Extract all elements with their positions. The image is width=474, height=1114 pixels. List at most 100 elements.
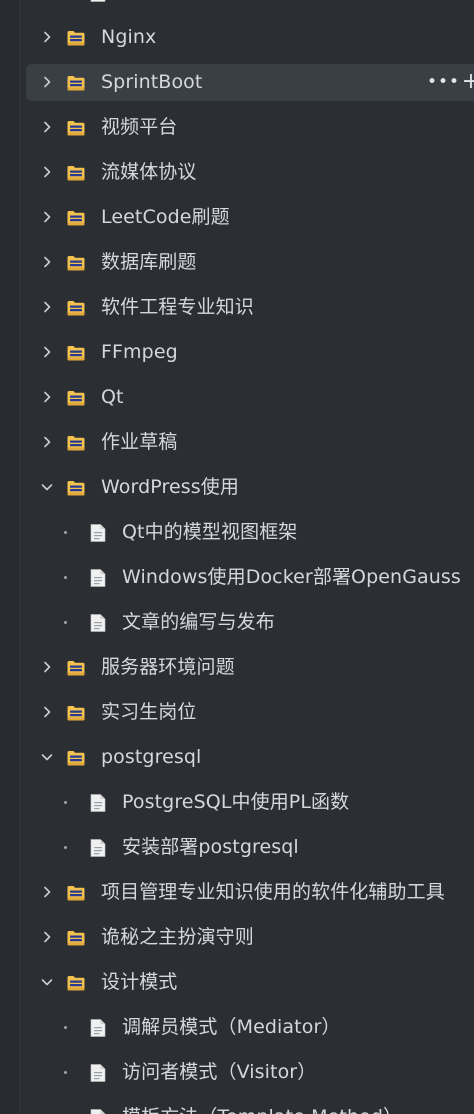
tree-doc-row[interactable]: 安装部署postgresql — [26, 829, 474, 866]
doc-label: 文章的编写与发布 — [122, 611, 275, 633]
tree-folder-row[interactable]: postgresql — [26, 739, 474, 776]
folder-label: LeetCode刷题 — [101, 206, 230, 228]
tree-doc-row[interactable]: 访问者模式（Visitor） — [26, 1054, 474, 1091]
folder-label: 项目管理专业知识使用的软件化辅助工具 — [101, 881, 445, 903]
doc-icon — [89, 1018, 107, 1038]
folder-label: SprintBoot — [101, 71, 203, 93]
document-tree: 详解器 Nginx SprintBoot •••+ 视频平台流媒体协议 LeetCode刷… — [20, 0, 474, 1114]
doc-label: PostgreSQL中使用PL函数 — [122, 791, 350, 813]
folder-icon — [66, 748, 86, 768]
folder-icon — [66, 73, 86, 93]
tree-doc-row[interactable]: 详解器 — [26, 0, 474, 11]
tree-folder-row[interactable]: Nginx — [26, 19, 474, 56]
tree-folder-row[interactable]: Qt — [26, 379, 474, 416]
folder-icon — [66, 433, 86, 453]
folder-icon — [66, 118, 86, 138]
tree-doc-row[interactable]: 模板方法（Template Method） — [26, 1099, 474, 1114]
doc-icon — [89, 1108, 107, 1114]
bullet-dot — [64, 621, 67, 624]
chevron-right-icon[interactable] — [39, 344, 55, 360]
chevron-right-icon[interactable] — [39, 704, 55, 720]
folder-label: 实习生岗位 — [101, 701, 197, 723]
tree-folder-row[interactable]: FFmpeg — [26, 334, 474, 371]
doc-icon — [89, 1063, 107, 1083]
chevron-right-icon[interactable] — [39, 434, 55, 450]
tree-folder-row[interactable]: LeetCode刷题 — [26, 199, 474, 236]
chevron-right-icon[interactable] — [39, 659, 55, 675]
doc-icon — [89, 568, 107, 588]
doc-icon — [89, 523, 107, 543]
more-options-button[interactable]: ••• — [427, 70, 459, 94]
chevron-right-icon[interactable] — [39, 164, 55, 180]
folder-label: postgresql — [101, 746, 202, 768]
tree-doc-row[interactable]: 文章的编写与发布 — [26, 604, 474, 641]
chevron-right-icon[interactable] — [39, 29, 55, 45]
chevron-right-icon[interactable] — [39, 884, 55, 900]
chevron-right-icon[interactable] — [39, 389, 55, 405]
doc-icon — [89, 613, 107, 633]
folder-label: Nginx — [101, 26, 157, 48]
bullet-dot — [64, 801, 67, 804]
chevron-right-icon[interactable] — [39, 119, 55, 135]
folder-icon — [66, 703, 86, 723]
folder-label: WordPress使用 — [101, 476, 239, 498]
folder-icon — [66, 478, 86, 498]
tree-folder-row[interactable]: 作业草稿 — [26, 424, 474, 461]
folder-icon — [66, 253, 86, 273]
tree-folder-row[interactable]: 诡秘之主扮演守则 — [26, 919, 474, 956]
tree-doc-row[interactable]: Windows使用Docker部署OpenGauss — [26, 559, 474, 596]
tree-folder-row[interactable]: 设计模式 — [26, 964, 474, 1001]
folder-label: 流媒体协议 — [101, 161, 197, 183]
chevron-down-icon[interactable] — [39, 974, 55, 990]
folder-label: 视频平台 — [101, 116, 178, 138]
doc-label: 详解器 — [122, 0, 179, 11]
folder-icon — [66, 28, 86, 48]
tree-folder-row[interactable]: 项目管理专业知识使用的软件化辅助工具 — [26, 874, 474, 911]
doc-label: Windows使用Docker部署OpenGauss — [122, 566, 461, 588]
folder-label: 软件工程专业知识 — [101, 296, 254, 318]
folder-label: 诡秘之主扮演守则 — [101, 926, 254, 948]
tree-folder-row[interactable]: SprintBoot ••• + — [26, 64, 474, 101]
folder-icon — [66, 298, 86, 318]
doc-label: 调解员模式（Mediator） — [122, 1016, 341, 1038]
tree-folder-row[interactable]: 数据库刷题 — [26, 244, 474, 281]
tree-doc-row[interactable]: 调解员模式（Mediator） — [26, 1009, 474, 1046]
folder-icon — [66, 928, 86, 948]
chevron-right-icon[interactable] — [39, 209, 55, 225]
tree-folder-row[interactable]: WordPress使用 — [26, 469, 474, 506]
tree-folder-row[interactable]: 流媒体协议 — [26, 154, 474, 191]
folder-icon — [66, 658, 86, 678]
bullet-dot — [64, 1071, 67, 1074]
tree-doc-row[interactable]: Qt中的模型视图框架 — [26, 514, 474, 551]
tree-folder-row[interactable]: 视频平台 — [26, 109, 474, 146]
doc-icon — [89, 793, 107, 813]
folder-icon — [66, 973, 86, 993]
bullet-dot — [64, 531, 67, 534]
folder-icon — [66, 388, 86, 408]
chevron-right-icon[interactable] — [39, 929, 55, 945]
chevron-down-icon[interactable] — [39, 479, 55, 495]
add-child-button[interactable]: + — [461, 70, 474, 94]
folder-icon — [66, 208, 86, 228]
folder-label: 设计模式 — [101, 971, 178, 993]
folder-icon — [66, 343, 86, 363]
chevron-right-icon[interactable] — [39, 299, 55, 315]
doc-label: 访问者模式（Visitor） — [122, 1061, 317, 1083]
bullet-dot — [64, 846, 67, 849]
chevron-right-icon[interactable] — [39, 254, 55, 270]
doc-icon — [89, 0, 107, 3]
folder-label: 数据库刷题 — [101, 251, 197, 273]
tree-folder-row[interactable]: 实习生岗位 — [26, 694, 474, 731]
tree-folder-row[interactable]: 服务器环境问题 — [26, 649, 474, 686]
folder-icon — [66, 883, 86, 903]
tree-folder-row[interactable]: 软件工程专业知识 — [26, 289, 474, 326]
tree-doc-row[interactable]: PostgreSQL中使用PL函数 — [26, 784, 474, 821]
left-rail — [0, 0, 20, 1114]
bullet-dot — [64, 576, 67, 579]
chevron-right-icon[interactable] — [39, 74, 55, 90]
chevron-down-icon[interactable] — [39, 749, 55, 765]
doc-icon — [89, 838, 107, 858]
folder-label: 服务器环境问题 — [101, 656, 235, 678]
folder-icon — [66, 163, 86, 183]
doc-label: 模板方法（Template Method） — [122, 1099, 402, 1114]
